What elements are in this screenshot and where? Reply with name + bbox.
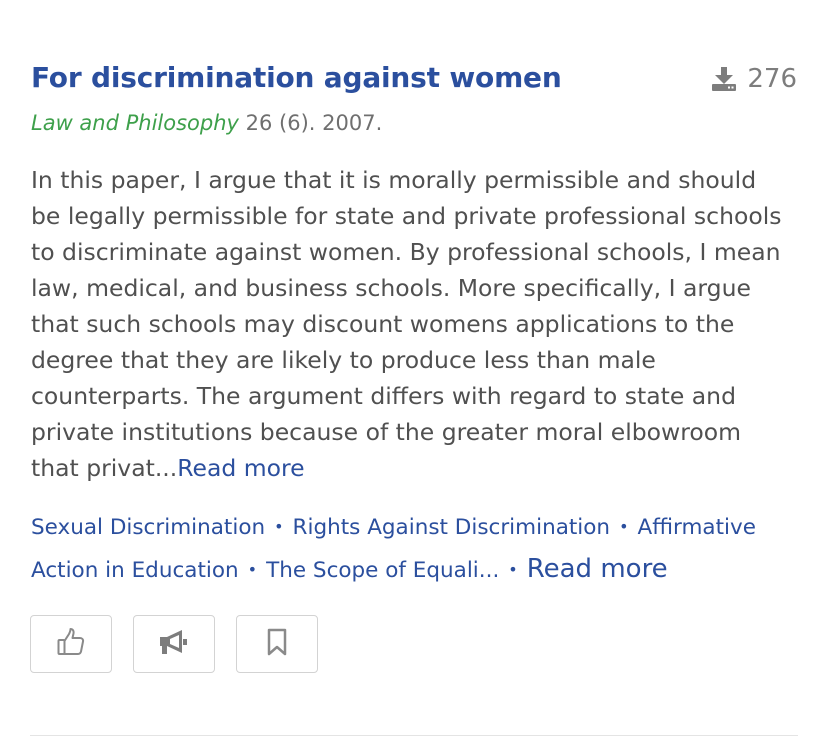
- abstract-line: that privat...: [31, 454, 178, 482]
- tag-separator: •: [619, 517, 629, 536]
- like-button[interactable]: [30, 615, 112, 673]
- thumbs-up-icon: [55, 626, 87, 662]
- share-button[interactable]: [133, 615, 215, 673]
- topic-tags: Sexual Discrimination • Rights Against Dis…: [31, 508, 811, 592]
- abstract-read-more-link[interactable]: Read more: [177, 454, 304, 482]
- abstract-line: to discriminate against women. By profes…: [31, 238, 781, 266]
- abstract-line: law, medical, and business schools. More…: [31, 274, 751, 302]
- tags-line: Action in Education • The Scope of Equali.…: [31, 549, 811, 592]
- download-count[interactable]: 276: [711, 60, 797, 98]
- tag-affirmative-action-part2[interactable]: Action in Education: [31, 558, 239, 583]
- citation-details: 26 (6). 2007.: [238, 111, 383, 135]
- bookmark-icon: [264, 627, 290, 661]
- bookmark-button[interactable]: [236, 615, 318, 673]
- tag-separator: •: [247, 560, 258, 579]
- abstract-line: private institutions because of the grea…: [31, 418, 742, 446]
- tag-sexual-discrimination[interactable]: Sexual Discrimination: [31, 515, 265, 540]
- tag-affirmative-action-part1[interactable]: Affirmative: [638, 515, 756, 540]
- abstract-line: degree that they are likely to produce l…: [31, 346, 656, 374]
- paper-title-link[interactable]: For discrimination against women: [31, 58, 562, 98]
- action-buttons: [30, 615, 318, 673]
- tags-read-more-link[interactable]: Read more: [527, 554, 668, 584]
- tag-separator: •: [508, 560, 518, 579]
- download-icon: [711, 66, 737, 92]
- paper-entry: For discrimination against women 276 Law…: [0, 0, 828, 755]
- abstract-line: counterparts. The argument differs with …: [31, 382, 736, 410]
- publication-info: Law and Philosophy 26 (6). 2007.: [31, 106, 382, 140]
- download-count-value: 276: [747, 64, 797, 94]
- tags-line: Sexual Discrimination • Rights Against Dis…: [31, 508, 811, 549]
- tag-rights-against-discrimination[interactable]: Rights Against Discrimination: [293, 515, 611, 540]
- abstract: In this paper, I argue that it is morall…: [31, 162, 806, 486]
- abstract-line: be legally permissible for state and pri…: [31, 202, 782, 230]
- megaphone-icon: [157, 627, 191, 661]
- abstract-last-line: that privat...Read more: [31, 450, 806, 486]
- abstract-line: In this paper, I argue that it is morall…: [31, 166, 757, 194]
- tag-scope-of-equality[interactable]: The Scope of Equali...: [266, 558, 499, 583]
- abstract-line: that such schools may discount womens ap…: [31, 310, 735, 338]
- entry-divider: [30, 735, 798, 736]
- journal-link[interactable]: Law and Philosophy: [31, 111, 239, 135]
- tag-separator: •: [274, 517, 284, 536]
